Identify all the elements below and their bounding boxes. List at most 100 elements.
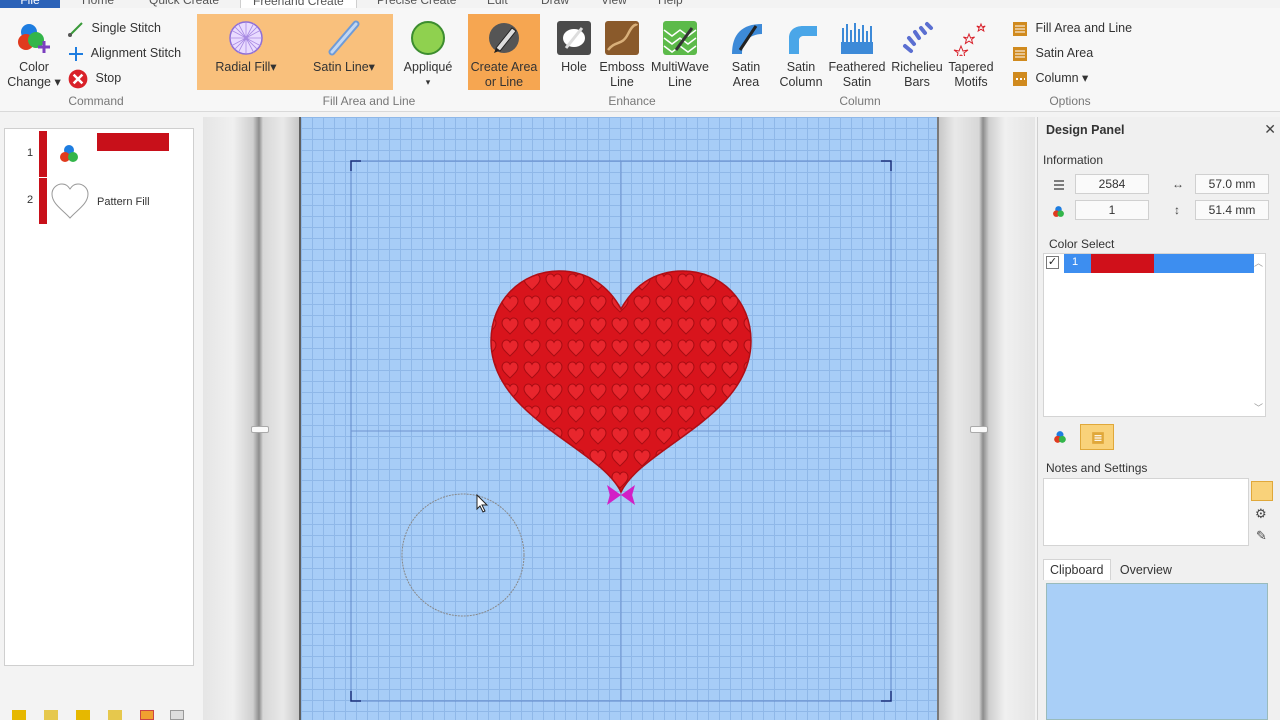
option-satin-area-icon xyxy=(1013,46,1027,61)
satin-column-icon xyxy=(789,26,817,54)
alignment-stitch-button[interactable]: Alignment Stitch xyxy=(68,42,181,64)
radial-fill-label: Radial Fill xyxy=(215,60,271,74)
sequence-item-2[interactable]: 2 Pattern Fill xyxy=(5,178,193,224)
tab-help[interactable]: Help xyxy=(658,0,683,8)
tab-view[interactable]: View xyxy=(601,0,627,8)
edit-pencil-icon[interactable]: ✎ xyxy=(1256,528,1267,544)
applique-label: Appliqué xyxy=(403,60,453,74)
color-change-label: Color Change xyxy=(7,60,52,89)
create-area-button[interactable]: Create Area or Line xyxy=(468,14,540,90)
option-column[interactable]: Column ▾ xyxy=(1012,67,1088,89)
tab-freehand-create[interactable]: Freehand Create xyxy=(240,0,357,8)
color-select-label: Color Select xyxy=(1049,237,1115,251)
applique-icon xyxy=(411,21,445,55)
drawn-circle-outline xyxy=(401,493,525,617)
feathered-satin-button[interactable]: Feathered Satin xyxy=(828,20,886,92)
color-change-icon xyxy=(60,145,78,162)
radial-fill-button[interactable]: Radial Fill▾ xyxy=(197,14,295,90)
richelieu-bars-button[interactable]: Richelieu Bars xyxy=(888,20,946,92)
hole-icon xyxy=(557,21,591,55)
tab-home[interactable]: Home xyxy=(82,0,114,8)
move-up-icon[interactable] xyxy=(44,710,58,720)
tab-precise-create[interactable]: Precise Create xyxy=(377,0,456,8)
emboss-line-label: Emboss Line xyxy=(599,60,645,89)
satin-line-button[interactable]: Satin Line▾ xyxy=(295,14,393,90)
tab-file[interactable]: File xyxy=(0,0,60,8)
hoop-frame-left xyxy=(203,117,299,720)
option-fill-area-label: Fill Area and Line xyxy=(1035,21,1133,35)
color-swatch xyxy=(1091,254,1154,273)
option-satin-area-label: Satin Area xyxy=(1035,46,1094,60)
color-change-button[interactable]: Color Change ▾ xyxy=(4,20,64,92)
satin-line-icon xyxy=(328,20,360,56)
feathered-satin-icon xyxy=(841,23,873,54)
group-icon[interactable] xyxy=(140,710,154,720)
group-label-fill-area-line: Fill Area and Line xyxy=(322,94,416,108)
hoop-fabric[interactable] xyxy=(299,117,939,720)
radial-fill-icon xyxy=(229,21,263,55)
settings-gear-icon[interactable]: ⚙ xyxy=(1255,506,1267,522)
hole-label: Hole xyxy=(561,60,587,74)
stitch-count-field[interactable]: 2584 xyxy=(1075,174,1149,194)
tab-draw[interactable]: Draw xyxy=(541,0,569,8)
tapered-motifs-icon xyxy=(953,22,986,56)
hoop-clip-left xyxy=(251,426,269,433)
alignment-stitch-label: Alignment Stitch xyxy=(90,46,182,60)
stitch-list-button[interactable] xyxy=(1080,424,1114,450)
satin-area-button[interactable]: Satin Area xyxy=(722,20,770,92)
move-down-icon[interactable] xyxy=(76,710,90,720)
single-stitch-button[interactable]: Single Stitch xyxy=(68,17,161,39)
move-first-icon[interactable] xyxy=(12,710,26,720)
group-label-column: Column xyxy=(839,94,881,108)
stitch-list-icon xyxy=(1092,432,1104,444)
multiwave-line-button[interactable]: MultiWave Line xyxy=(648,20,712,92)
option-satin-area[interactable]: Satin Area xyxy=(1012,42,1093,64)
sequence-color-bar xyxy=(39,131,47,177)
color-palette-icon[interactable] xyxy=(1053,430,1067,444)
color-count-field[interactable]: 1 xyxy=(1075,200,1149,220)
create-area-label: Create Area or Line xyxy=(470,60,538,89)
ungroup-icon[interactable] xyxy=(170,710,184,720)
color-row-1[interactable]: 1 xyxy=(1064,254,1254,273)
height-field[interactable]: 51.4 mm xyxy=(1195,200,1269,220)
sequence-item-1[interactable]: 1 xyxy=(5,131,193,177)
color-swatch xyxy=(97,133,169,151)
stop-icon xyxy=(68,69,88,89)
feathered-satin-label: Feathered Satin xyxy=(828,60,886,89)
height-icon: ↕ xyxy=(1174,203,1180,217)
tab-quick-create[interactable]: Quick Create xyxy=(149,0,219,8)
single-stitch-label: Single Stitch xyxy=(91,21,161,35)
width-field[interactable]: 57.0 mm xyxy=(1195,174,1269,194)
hoop-frame-right xyxy=(939,117,1035,720)
option-column-icon xyxy=(1013,71,1027,86)
sequence-color-bar xyxy=(39,178,47,224)
notes-icon[interactable] xyxy=(1251,481,1273,501)
applique-button[interactable]: Appliqué ▾ xyxy=(398,20,458,92)
close-icon[interactable]: ✕ xyxy=(1264,121,1276,138)
satin-column-button[interactable]: Satin Column xyxy=(774,20,828,92)
emboss-line-button[interactable]: Emboss Line xyxy=(598,20,646,92)
color-count-icon xyxy=(1053,206,1064,217)
hole-button[interactable]: Hole xyxy=(552,20,596,92)
multiwave-line-label: MultiWave Line xyxy=(651,60,709,89)
hoop-clip-right xyxy=(970,426,988,433)
stop-button[interactable]: Stop xyxy=(68,67,121,89)
tab-clipboard[interactable]: Clipboard xyxy=(1043,559,1111,580)
notes-textbox[interactable] xyxy=(1043,478,1249,546)
multiwave-line-icon xyxy=(663,21,697,55)
scroll-down-icon[interactable]: ﹀ xyxy=(1254,401,1263,414)
canvas-drawing xyxy=(350,160,892,702)
scroll-up-icon[interactable]: ︿ xyxy=(1254,256,1263,269)
color-checkbox[interactable]: ✓ xyxy=(1046,256,1059,269)
satin-column-label: Satin Column xyxy=(779,60,823,89)
group-label-enhance: Enhance xyxy=(608,94,656,108)
sequence-number: 2 xyxy=(27,194,34,206)
option-column-label: Column xyxy=(1035,71,1079,85)
move-last-icon[interactable] xyxy=(108,710,122,720)
design-canvas[interactable] xyxy=(203,117,1035,720)
option-fill-area-and-line[interactable]: Fill Area and Line xyxy=(1012,17,1132,39)
tapered-motifs-label: Tapered Motifs xyxy=(948,60,994,89)
tapered-motifs-button[interactable]: Tapered Motifs xyxy=(946,20,996,92)
tab-edit[interactable]: Edit xyxy=(487,0,508,8)
tab-overview[interactable]: Overview xyxy=(1114,560,1178,580)
